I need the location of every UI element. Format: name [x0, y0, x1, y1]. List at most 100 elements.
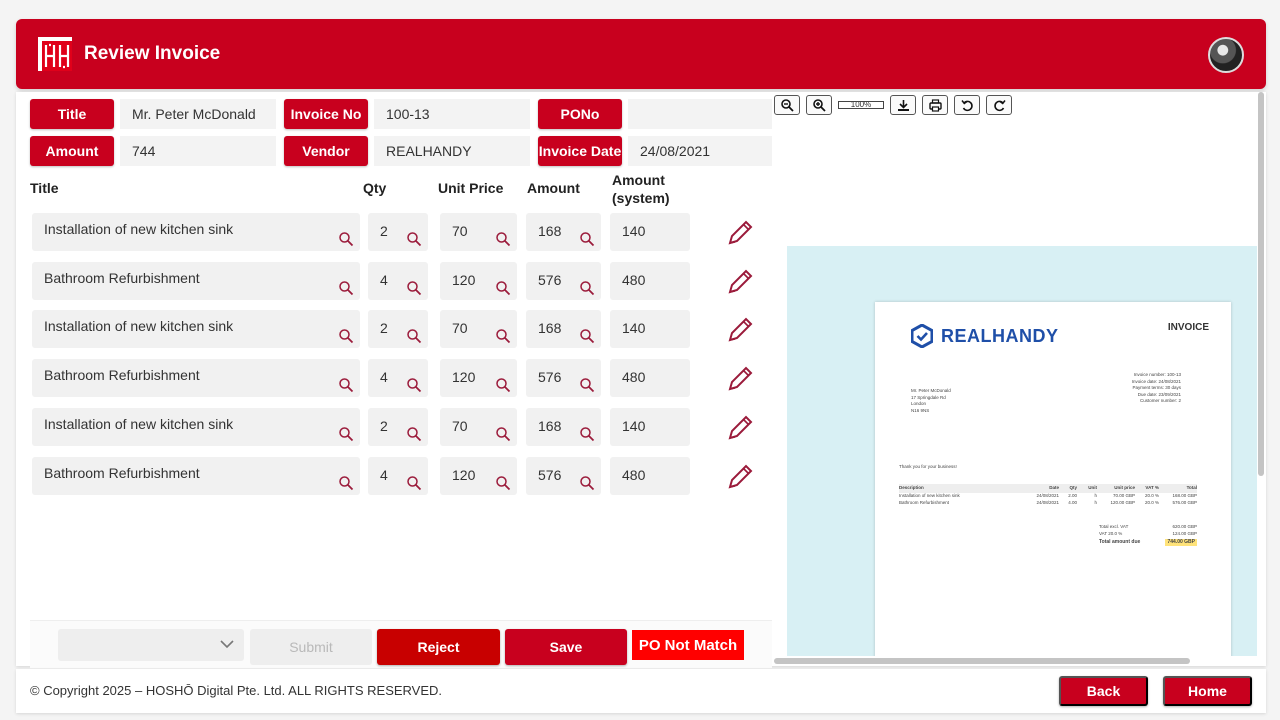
item-amount-system-cell[interactable]: 140 — [610, 310, 690, 349]
item-amount-cell[interactable]: 168 — [526, 407, 601, 446]
search-icon[interactable] — [495, 231, 511, 247]
item-title-cell[interactable]: Installation of new kitchen sink — [32, 213, 360, 251]
item-unit-price-cell-text: 120 — [452, 271, 476, 288]
item-title-cell[interactable]: Installation of new kitchen sink — [32, 310, 360, 349]
item-qty-cell[interactable]: 4 — [368, 359, 428, 398]
search-icon[interactable] — [406, 231, 422, 247]
item-unit-price-cell[interactable]: 70 — [440, 407, 517, 446]
search-icon[interactable] — [579, 475, 595, 491]
item-amount-system-cell[interactable]: 480 — [610, 261, 690, 300]
doc-heading: INVOICE — [1167, 322, 1209, 333]
pencil-icon[interactable] — [726, 463, 754, 491]
item-qty-cell[interactable]: 2 — [368, 213, 428, 251]
search-icon[interactable] — [406, 377, 422, 393]
item-amount-system-cell[interactable]: 480 — [610, 456, 690, 495]
doc-table-cell: h — [1094, 493, 1097, 499]
item-amount-cell-text: 168 — [538, 417, 562, 434]
pencil-icon[interactable] — [726, 268, 754, 296]
table-row: Installation of new kitchen sink 2 70 168 14… — [30, 407, 772, 448]
doc-brand-name: REALHANDY — [941, 325, 1059, 346]
item-title-cell[interactable]: Installation of new kitchen sink — [32, 407, 360, 446]
item-title-cell[interactable]: Bathroom Refurbishment — [32, 359, 360, 398]
search-icon[interactable] — [579, 328, 595, 344]
reject-button[interactable]: Reject — [377, 629, 500, 665]
search-icon[interactable] — [495, 280, 511, 296]
doc-table-cell: 120.00 GBP — [1110, 500, 1135, 506]
search-icon[interactable] — [495, 426, 511, 442]
item-qty-cell[interactable]: 2 — [368, 310, 428, 349]
item-unit-price-cell[interactable]: 120 — [440, 359, 517, 398]
search-icon[interactable] — [495, 377, 511, 393]
pencil-icon[interactable] — [726, 414, 754, 442]
vendor-label: Vendor — [284, 136, 368, 166]
pencil-icon[interactable] — [726, 316, 754, 344]
status-select[interactable] — [58, 629, 244, 661]
doc-table-cell: h — [1094, 500, 1097, 506]
item-title-cell[interactable]: Bathroom Refurbishment — [32, 261, 360, 300]
search-icon[interactable] — [338, 231, 354, 247]
doc-address: Mr. Peter McDonald 17 Springdale Rd London… — [911, 388, 951, 414]
search-icon[interactable] — [338, 426, 354, 442]
search-icon[interactable] — [579, 377, 595, 393]
item-amount-system-cell[interactable]: 140 — [610, 213, 690, 251]
item-unit-price-cell[interactable]: 70 — [440, 213, 517, 251]
item-unit-price-cell-text: 70 — [452, 417, 468, 434]
item-amount-cell[interactable]: 168 — [526, 310, 601, 349]
item-qty-cell[interactable]: 4 — [368, 261, 428, 300]
horizontal-scrollbar[interactable] — [774, 658, 1190, 664]
home-button[interactable]: Home — [1163, 676, 1252, 706]
vertical-scrollbar[interactable] — [1258, 92, 1264, 476]
search-icon[interactable] — [495, 475, 511, 491]
item-unit-price-cell[interactable]: 120 — [440, 456, 517, 495]
col-amount: Amount — [527, 180, 580, 196]
item-amount-system-cell[interactable]: 140 — [610, 407, 690, 446]
zoom-out-icon[interactable] — [774, 95, 800, 115]
item-unit-price-cell[interactable]: 70 — [440, 310, 517, 349]
download-icon[interactable] — [890, 95, 916, 115]
item-amount-cell[interactable]: 576 — [526, 359, 601, 398]
item-title-cell[interactable]: Bathroom Refurbishment — [32, 456, 360, 495]
search-icon[interactable] — [406, 475, 422, 491]
search-icon[interactable] — [579, 231, 595, 247]
item-qty-cell-text: 2 — [380, 223, 388, 239]
item-unit-price-cell[interactable]: 120 — [440, 261, 517, 300]
submit-button[interactable]: Submit — [250, 629, 372, 665]
doc-brand: REALHANDY — [911, 324, 1059, 348]
search-icon[interactable] — [338, 377, 354, 393]
search-icon[interactable] — [579, 280, 595, 296]
item-unit-price-cell-text: 120 — [452, 466, 476, 483]
doc-table-cell: 24/08/2021 — [1036, 500, 1059, 506]
search-icon[interactable] — [495, 328, 511, 344]
user-avatar[interactable] — [1208, 37, 1244, 73]
zoom-level-input[interactable]: 100% — [838, 101, 884, 109]
doc-address-line: N16 9NS — [911, 407, 930, 413]
search-icon[interactable] — [338, 280, 354, 296]
print-icon[interactable] — [922, 95, 948, 115]
pencil-icon[interactable] — [726, 219, 754, 247]
doc-thanks: Thank you for your business! — [899, 464, 957, 469]
item-qty-cell[interactable]: 4 — [368, 456, 428, 495]
search-icon[interactable] — [406, 426, 422, 442]
search-icon[interactable] — [338, 475, 354, 491]
item-unit-price-cell-text: 70 — [452, 320, 468, 337]
zoom-in-icon[interactable] — [806, 95, 832, 115]
doc-col-header: Unit — [1088, 485, 1097, 491]
search-icon[interactable] — [406, 280, 422, 296]
doc-table-cell: 576.00 GBP — [1172, 500, 1197, 506]
search-icon[interactable] — [406, 328, 422, 344]
item-amount-cell[interactable]: 576 — [526, 261, 601, 300]
item-amount-cell[interactable]: 576 — [526, 456, 601, 495]
back-button[interactable]: Back — [1059, 676, 1148, 706]
doc-line-table: Description Date Qty Unit Unit price VAT % Tot… — [899, 484, 1197, 507]
save-button[interactable]: Save — [505, 629, 627, 665]
rotate-left-icon[interactable] — [954, 95, 980, 115]
pencil-icon[interactable] — [726, 365, 754, 393]
rotate-right-icon[interactable] — [986, 95, 1012, 115]
item-amount-system-cell-text: 140 — [622, 320, 646, 337]
item-amount-system-cell[interactable]: 480 — [610, 359, 690, 398]
search-icon[interactable] — [579, 426, 595, 442]
item-amount-cell[interactable]: 168 — [526, 213, 601, 251]
item-qty-cell[interactable]: 2 — [368, 407, 428, 446]
status-badge: PO Not Match — [632, 630, 744, 660]
search-icon[interactable] — [338, 328, 354, 344]
